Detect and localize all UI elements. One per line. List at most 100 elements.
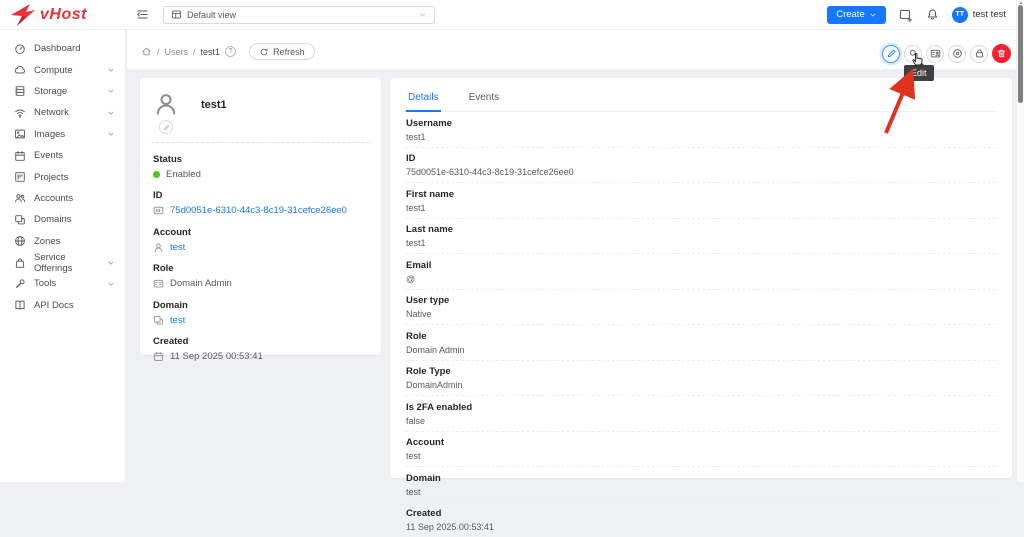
sidebar-item-api-docs[interactable]: API Docs [0,295,125,316]
picture-icon [14,128,26,140]
user-name: test test [973,9,1006,20]
sidebar-item-label: Network [34,107,69,118]
sidebar-item-tools[interactable]: Tools [0,273,125,294]
field-label: Domain [153,300,368,311]
detail-value: @ [406,274,996,284]
switch-project-icon[interactable] [899,8,913,22]
detail-value: 11 Sep 2025 00:53:41 [406,522,996,532]
field-status: Status Enabled [153,154,368,180]
detail-label: Username [406,118,996,129]
resource-card: test1 Status Enabled ID 75d0051e-6310-44… [140,78,381,355]
detail-value: test1 [406,238,996,248]
user-avatar: TT [952,7,968,23]
edit-button[interactable] [882,45,900,63]
sidebar-item-storage[interactable]: Storage [0,81,125,102]
detail-row-domain: Domain test [406,467,996,503]
sidebar-item-label: Domains [34,214,72,225]
detail-value: test [406,451,996,461]
detail-value: 75d0051e-6310-44c3-8c19-31cefce26ee0 [406,167,996,177]
home-icon[interactable] [141,46,152,57]
detail-value: DomainAdmin [406,380,996,390]
detail-label: Role [406,331,996,342]
field-label: Status [153,154,368,165]
field-role: Role Domain Admin [153,263,368,289]
brand-logo[interactable]: vHost [0,3,126,27]
generate-keys-button[interactable] [926,45,944,63]
lock-user-button[interactable] [970,45,988,63]
delete-user-button[interactable] [992,44,1011,63]
chevron-down-icon [418,10,427,19]
field-domain: Domain test [153,300,368,326]
domain-link[interactable]: test [170,315,185,326]
account-link[interactable]: test [170,242,185,253]
breadcrumb-item-current: test1 [201,47,221,57]
refresh-button[interactable]: Refresh [249,43,315,60]
sidebar-item-dashboard[interactable]: Dashboard [0,38,125,59]
shop-icon [14,257,26,269]
sidebar-item-label: Events [34,150,63,161]
detail-value: Native [406,309,996,319]
field-label: Created [153,336,368,347]
create-button[interactable]: Create [827,6,886,24]
detail-label: User type [406,295,996,306]
sidebar-item-images[interactable]: Images [0,124,125,145]
brand-name: vHost [40,6,87,24]
action-bar [882,44,1011,63]
chevron-down-icon [107,87,115,95]
edit-tooltip: Edit [904,65,934,81]
sidebar-item-accounts[interactable]: Accounts [0,188,125,209]
detail-row-first-name: First name test1 [406,183,996,219]
notifications-bell-icon[interactable] [926,8,939,21]
detail-label: Is 2FA enabled [406,402,996,413]
pencil-icon [163,124,170,131]
field-label: Role [153,263,368,274]
tab-events[interactable]: Events [467,88,502,111]
detail-value: false [406,416,996,426]
sidebar-item-projects[interactable]: Projects [0,166,125,187]
user-menu[interactable]: TT test test [952,7,1006,23]
view-select-value: Default view [187,10,236,20]
change-password-button[interactable] [904,45,922,63]
user-avatar-icon [153,91,179,117]
breadcrumb-item-users[interactable]: Users [165,47,189,57]
sidebar-item-network[interactable]: Network [0,102,125,123]
stop-icon [952,48,963,59]
scrollbar-thumb[interactable] [1018,5,1023,103]
sidebar-item-compute[interactable]: Compute [0,59,125,80]
sidebar-item-service-offerings[interactable]: Service Offerings [0,252,125,273]
field-account: Account test [153,227,368,253]
detail-row-created: Created 11 Sep 2025 00:53:41 [406,503,996,537]
field-created: Created 11 Sep 2025 00:53:41 [153,336,368,362]
detail-label: Account [406,437,996,448]
field-label: Account [153,227,368,238]
help-question-icon[interactable] [225,46,236,57]
wifi-icon [14,107,26,119]
chevron-down-icon [107,130,115,138]
sidebar-collapse-button[interactable] [136,8,149,21]
divider [151,142,370,143]
refresh-button-label: Refresh [273,47,305,57]
view-grid-icon [171,9,182,20]
database-icon [14,85,26,97]
role-value: Domain Admin [170,278,232,289]
chevron-down-icon [107,280,115,288]
detail-label: ID [406,153,996,164]
user-icon [153,242,164,253]
id-link[interactable]: 75d0051e-6310-44c3-8c19-31cefce26ee0 [170,205,347,216]
sidebar-item-zones[interactable]: Zones [0,231,125,252]
sidebar-item-domains[interactable]: Domains [0,209,125,230]
view-select[interactable]: Default view [163,6,435,24]
sidebar-item-events[interactable]: Events [0,145,125,166]
tab-details[interactable]: Details [406,88,441,111]
detail-row-2fa: Is 2FA enabled false [406,396,996,432]
chevron-down-icon [107,66,115,74]
edit-avatar-button[interactable] [159,120,173,134]
disable-user-button[interactable] [948,45,966,63]
magnifier-icon [908,48,919,59]
sidebar-item-label: Compute [34,65,73,76]
detail-value: test1 [406,203,996,213]
vertical-scrollbar[interactable]: ▲ [1016,0,1024,482]
detail-label: First name [406,189,996,200]
detail-row-last-name: Last name test1 [406,219,996,255]
team-icon [14,192,26,204]
